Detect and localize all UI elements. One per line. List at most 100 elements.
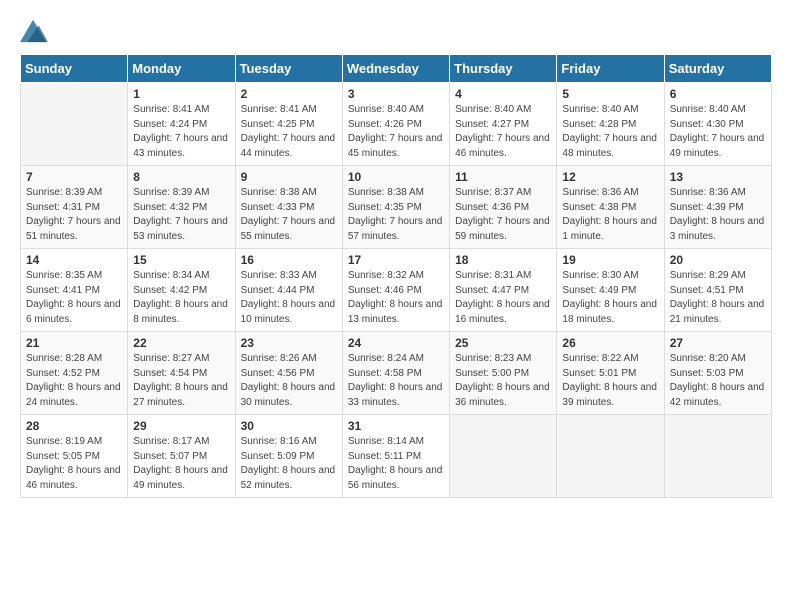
- week-row-4: 21 Sunrise: 8:28 AMSunset: 4:52 PMDayligh…: [21, 332, 772, 415]
- day-number: 11: [455, 170, 551, 184]
- header-cell-sunday: Sunday: [21, 55, 128, 83]
- calendar-table: SundayMondayTuesdayWednesdayThursdayFrid…: [20, 54, 772, 498]
- day-info: Sunrise: 8:40 AMSunset: 4:26 PMDaylight:…: [348, 103, 444, 161]
- day-info: Sunrise: 8:33 AMSunset: 4:44 PMDaylight:…: [241, 269, 337, 327]
- day-cell: 24 Sunrise: 8:24 AMSunset: 4:58 PMDayligh…: [342, 332, 449, 415]
- day-number: 12: [562, 170, 658, 184]
- day-number: 19: [562, 253, 658, 267]
- day-number: 22: [133, 336, 229, 350]
- day-cell: 29 Sunrise: 8:17 AMSunset: 5:07 PMDayligh…: [128, 415, 235, 498]
- day-info: Sunrise: 8:28 AMSunset: 4:52 PMDaylight:…: [26, 352, 122, 410]
- day-cell: [450, 415, 557, 498]
- day-cell: 4 Sunrise: 8:40 AMSunset: 4:27 PMDaylight…: [450, 83, 557, 166]
- calendar-header: SundayMondayTuesdayWednesdayThursdayFrid…: [21, 55, 772, 83]
- day-info: Sunrise: 8:32 AMSunset: 4:46 PMDaylight:…: [348, 269, 444, 327]
- week-row-2: 7Sunrise: 8:39 AMSunset: 4:31 PMDaylight…: [21, 166, 772, 249]
- day-number: 24: [348, 336, 444, 350]
- day-info: Sunrise: 8:26 AMSunset: 4:56 PMDaylight:…: [241, 352, 337, 410]
- header-row: SundayMondayTuesdayWednesdayThursdayFrid…: [21, 55, 772, 83]
- day-cell: 2 Sunrise: 8:41 AMSunset: 4:25 PMDaylight…: [235, 83, 342, 166]
- day-info: Sunrise: 8:30 AMSunset: 4:49 PMDaylight:…: [562, 269, 658, 327]
- day-number: 8: [133, 170, 229, 184]
- day-cell: 14 Sunrise: 8:35 AMSunset: 4:41 PMDayligh…: [21, 249, 128, 332]
- day-number: 4: [455, 87, 551, 101]
- day-info: Sunrise: 8:36 AMSunset: 4:39 PMDaylight:…: [670, 186, 766, 244]
- day-cell: 3Sunrise: 8:40 AMSunset: 4:26 PMDaylight…: [342, 83, 449, 166]
- day-number: 6: [670, 87, 766, 101]
- day-info: Sunrise: 8:35 AMSunset: 4:41 PMDaylight:…: [26, 269, 122, 327]
- day-cell: 23 Sunrise: 8:26 AMSunset: 4:56 PMDayligh…: [235, 332, 342, 415]
- day-info: Sunrise: 8:23 AMSunset: 5:00 PMDaylight:…: [455, 352, 551, 410]
- day-number: 14: [26, 253, 122, 267]
- day-info: Sunrise: 8:41 AMSunset: 4:25 PMDaylight:…: [241, 103, 337, 161]
- week-row-1: 1 Sunrise: 8:41 AMSunset: 4:24 PMDaylight…: [21, 83, 772, 166]
- day-number: 2: [241, 87, 337, 101]
- day-cell: 28 Sunrise: 8:19 AMSunset: 5:05 PMDayligh…: [21, 415, 128, 498]
- day-info: Sunrise: 8:31 AMSunset: 4:47 PMDaylight:…: [455, 269, 551, 327]
- day-info: Sunrise: 8:14 AMSunset: 5:11 PMDaylight:…: [348, 435, 444, 493]
- day-info: Sunrise: 8:41 AMSunset: 4:24 PMDaylight:…: [133, 103, 229, 161]
- day-info: Sunrise: 8:40 AMSunset: 4:27 PMDaylight:…: [455, 103, 551, 161]
- day-info: Sunrise: 8:29 AMSunset: 4:51 PMDaylight:…: [670, 269, 766, 327]
- day-number: 26: [562, 336, 658, 350]
- day-cell: 10 Sunrise: 8:38 AMSunset: 4:35 PMDayligh…: [342, 166, 449, 249]
- day-number: 17: [348, 253, 444, 267]
- week-row-3: 14 Sunrise: 8:35 AMSunset: 4:41 PMDayligh…: [21, 249, 772, 332]
- day-info: Sunrise: 8:39 AMSunset: 4:31 PMDaylight:…: [26, 186, 122, 244]
- day-info: Sunrise: 8:38 AMSunset: 4:33 PMDaylight:…: [241, 186, 337, 244]
- day-number: 28: [26, 419, 122, 433]
- header-cell-saturday: Saturday: [664, 55, 771, 83]
- header-cell-tuesday: Tuesday: [235, 55, 342, 83]
- day-number: 18: [455, 253, 551, 267]
- day-cell: 22 Sunrise: 8:27 AMSunset: 4:54 PMDayligh…: [128, 332, 235, 415]
- header-cell-wednesday: Wednesday: [342, 55, 449, 83]
- day-number: 21: [26, 336, 122, 350]
- day-number: 15: [133, 253, 229, 267]
- day-cell: 1 Sunrise: 8:41 AMSunset: 4:24 PMDaylight…: [128, 83, 235, 166]
- day-number: 10: [348, 170, 444, 184]
- day-number: 9: [241, 170, 337, 184]
- day-info: Sunrise: 8:38 AMSunset: 4:35 PMDaylight:…: [348, 186, 444, 244]
- day-cell: 20 Sunrise: 8:29 AMSunset: 4:51 PMDayligh…: [664, 249, 771, 332]
- day-info: Sunrise: 8:19 AMSunset: 5:05 PMDaylight:…: [26, 435, 122, 493]
- day-number: 20: [670, 253, 766, 267]
- day-info: Sunrise: 8:16 AMSunset: 5:09 PMDaylight:…: [241, 435, 337, 493]
- day-info: Sunrise: 8:40 AMSunset: 4:30 PMDaylight:…: [670, 103, 766, 161]
- day-cell: [664, 415, 771, 498]
- day-info: Sunrise: 8:36 AMSunset: 4:38 PMDaylight:…: [562, 186, 658, 244]
- day-cell: 19 Sunrise: 8:30 AMSunset: 4:49 PMDayligh…: [557, 249, 664, 332]
- header-cell-thursday: Thursday: [450, 55, 557, 83]
- day-info: Sunrise: 8:17 AMSunset: 5:07 PMDaylight:…: [133, 435, 229, 493]
- logo-icon: [20, 16, 48, 44]
- day-info: Sunrise: 8:27 AMSunset: 4:54 PMDaylight:…: [133, 352, 229, 410]
- day-info: Sunrise: 8:24 AMSunset: 4:58 PMDaylight:…: [348, 352, 444, 410]
- day-info: Sunrise: 8:20 AMSunset: 5:03 PMDaylight:…: [670, 352, 766, 410]
- day-number: 29: [133, 419, 229, 433]
- calendar-body: 1 Sunrise: 8:41 AMSunset: 4:24 PMDaylight…: [21, 83, 772, 498]
- day-number: 1: [133, 87, 229, 101]
- header-cell-friday: Friday: [557, 55, 664, 83]
- day-cell: 5 Sunrise: 8:40 AMSunset: 4:28 PMDaylight…: [557, 83, 664, 166]
- day-number: 13: [670, 170, 766, 184]
- day-number: 5: [562, 87, 658, 101]
- day-cell: [21, 83, 128, 166]
- day-number: 23: [241, 336, 337, 350]
- day-cell: 12 Sunrise: 8:36 AMSunset: 4:38 PMDayligh…: [557, 166, 664, 249]
- day-info: Sunrise: 8:37 AMSunset: 4:36 PMDaylight:…: [455, 186, 551, 244]
- day-cell: 25 Sunrise: 8:23 AMSunset: 5:00 PMDayligh…: [450, 332, 557, 415]
- day-cell: 30Sunrise: 8:16 AMSunset: 5:09 PMDayligh…: [235, 415, 342, 498]
- day-info: Sunrise: 8:34 AMSunset: 4:42 PMDaylight:…: [133, 269, 229, 327]
- day-cell: 9 Sunrise: 8:38 AMSunset: 4:33 PMDaylight…: [235, 166, 342, 249]
- day-cell: 11 Sunrise: 8:37 AMSunset: 4:36 PMDayligh…: [450, 166, 557, 249]
- day-number: 27: [670, 336, 766, 350]
- day-cell: 8Sunrise: 8:39 AMSunset: 4:32 PMDaylight…: [128, 166, 235, 249]
- day-cell: [557, 415, 664, 498]
- day-number: 25: [455, 336, 551, 350]
- day-cell: 26Sunrise: 8:22 AMSunset: 5:01 PMDayligh…: [557, 332, 664, 415]
- day-cell: 18 Sunrise: 8:31 AMSunset: 4:47 PMDayligh…: [450, 249, 557, 332]
- day-cell: 7Sunrise: 8:39 AMSunset: 4:31 PMDaylight…: [21, 166, 128, 249]
- day-cell: 17 Sunrise: 8:32 AMSunset: 4:46 PMDayligh…: [342, 249, 449, 332]
- day-info: Sunrise: 8:40 AMSunset: 4:28 PMDaylight:…: [562, 103, 658, 161]
- day-cell: 31Sunrise: 8:14 AMSunset: 5:11 PMDayligh…: [342, 415, 449, 498]
- header: [20, 16, 772, 44]
